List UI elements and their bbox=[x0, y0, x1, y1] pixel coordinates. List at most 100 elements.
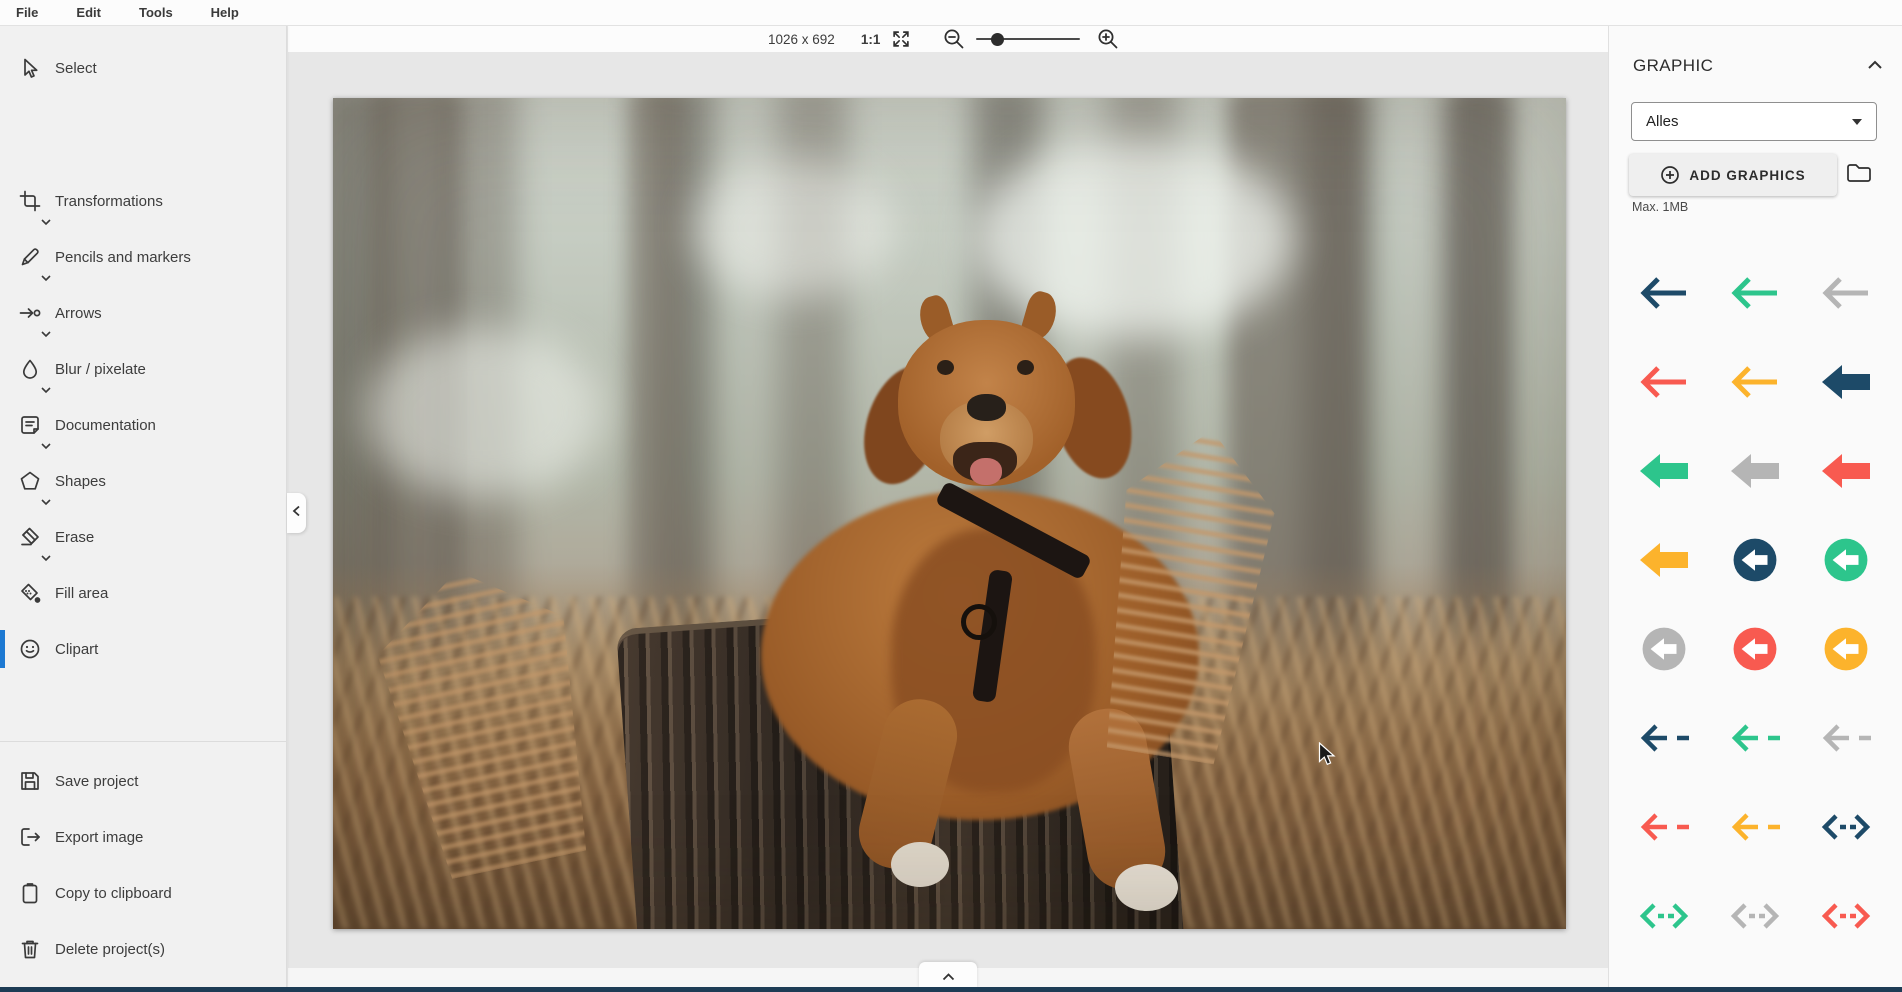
graphic-arrow-line-yellow[interactable] bbox=[1725, 358, 1785, 406]
sidebar-item-label: Clipart bbox=[55, 641, 98, 658]
sidebar-item-label: Arrows bbox=[55, 305, 102, 322]
graphic-panel: GRAPHIC Alles ADD GRAPHICS Max. 1MB bbox=[1608, 26, 1902, 992]
menu-help[interactable]: Help bbox=[211, 5, 239, 20]
zoom-slider-thumb[interactable] bbox=[991, 33, 1004, 46]
sidebar-item-fill-area[interactable]: Fill area bbox=[0, 565, 286, 621]
menu-file[interactable]: File bbox=[16, 5, 38, 20]
graphic-arrow-ddash-red[interactable] bbox=[1816, 892, 1876, 940]
sidebar-item-label: Documentation bbox=[55, 417, 156, 434]
graphic-arrow-ddash-gray[interactable] bbox=[1725, 892, 1785, 940]
arrow-icon bbox=[18, 301, 42, 325]
smiley-icon bbox=[18, 637, 42, 661]
graphic-category-select[interactable]: Alles bbox=[1631, 102, 1877, 141]
export-icon bbox=[18, 825, 42, 849]
trash-icon bbox=[18, 937, 42, 961]
action-label: Copy to clipboard bbox=[55, 885, 172, 902]
graphic-arrow-line-gray[interactable] bbox=[1816, 269, 1876, 317]
graphic-arrow-circle-red[interactable] bbox=[1725, 625, 1785, 673]
panel-collapse-button[interactable] bbox=[1867, 57, 1883, 75]
fit-screen-icon[interactable] bbox=[890, 28, 912, 50]
add-graphics-label: ADD GRAPHICS bbox=[1689, 168, 1805, 183]
graphic-grid bbox=[1619, 248, 1891, 992]
sidebar-item-shapes[interactable]: Shapes bbox=[0, 453, 286, 509]
menu-tools[interactable]: Tools bbox=[139, 5, 173, 20]
cursor-icon bbox=[18, 56, 42, 80]
image-dimensions-label: 1026 x 692 bbox=[768, 32, 835, 47]
zoom-out-icon[interactable] bbox=[942, 27, 966, 51]
copy-to-clipboard-button[interactable]: Copy to clipboard bbox=[0, 865, 286, 921]
pentagon-icon bbox=[18, 469, 42, 493]
sidebar-item-label: Fill area bbox=[55, 585, 108, 602]
plus-circle-icon bbox=[1660, 165, 1680, 185]
zoom-slider[interactable] bbox=[976, 32, 1080, 46]
graphic-arrow-solid-gray[interactable] bbox=[1725, 447, 1785, 495]
tool-sidebar: Select Transformations Pencils and marke… bbox=[0, 26, 287, 987]
sidebar-item-label: Erase bbox=[55, 529, 94, 546]
fill-icon bbox=[18, 581, 42, 605]
sidebar-item-label: Select bbox=[55, 60, 97, 77]
save-project-button[interactable]: Save project bbox=[0, 753, 286, 809]
sidebar-item-label: Shapes bbox=[55, 473, 106, 490]
action-label: Delete project(s) bbox=[55, 941, 165, 958]
folder-icon[interactable] bbox=[1845, 160, 1873, 191]
sidebar-item-label: Pencils and markers bbox=[55, 249, 191, 266]
graphic-arrow-solid-green[interactable] bbox=[1634, 447, 1694, 495]
chevron-up-icon bbox=[942, 968, 955, 986]
graphic-arrow-linedash-gray[interactable] bbox=[1816, 714, 1876, 762]
delete-project-button[interactable]: Delete project(s) bbox=[0, 921, 286, 977]
canvas-image[interactable] bbox=[333, 98, 1566, 929]
graphic-arrow-linedash-navy[interactable] bbox=[1634, 714, 1694, 762]
tool-list: Select Transformations Pencils and marke… bbox=[0, 26, 286, 677]
graphic-arrow-linedash-green[interactable] bbox=[1725, 714, 1785, 762]
project-actions: Save project Export image Copy to clipbo… bbox=[0, 742, 286, 977]
menubar: File Edit Tools Help bbox=[0, 0, 1902, 26]
eraser-icon bbox=[18, 525, 42, 549]
pencil-icon bbox=[18, 245, 42, 269]
add-graphics-button[interactable]: ADD GRAPHICS bbox=[1629, 154, 1837, 196]
crop-icon bbox=[18, 189, 42, 213]
graphic-arrow-ddash-navy[interactable] bbox=[1816, 803, 1876, 851]
document-icon bbox=[18, 413, 42, 437]
graphic-arrow-ddash-green[interactable] bbox=[1634, 892, 1694, 940]
graphic-arrow-line-navy[interactable] bbox=[1634, 269, 1694, 317]
graphic-arrow-circle-green[interactable] bbox=[1816, 536, 1876, 584]
graphic-arrow-circle-yellow[interactable] bbox=[1816, 625, 1876, 673]
zoom-ratio-label: 1:1 bbox=[861, 32, 881, 47]
action-label: Export image bbox=[55, 829, 143, 846]
sidebar-item-blur[interactable]: Blur / pixelate bbox=[0, 341, 286, 397]
chevron-left-icon bbox=[292, 504, 301, 522]
sidebar-item-label: Blur / pixelate bbox=[55, 361, 146, 378]
graphic-arrow-circle-gray[interactable] bbox=[1634, 625, 1694, 673]
menu-edit[interactable]: Edit bbox=[76, 5, 101, 20]
graphic-arrow-solid-yellow[interactable] bbox=[1634, 536, 1694, 584]
max-size-note: Max. 1MB bbox=[1632, 200, 1688, 214]
graphic-panel-title: GRAPHIC bbox=[1633, 56, 1713, 76]
graphic-arrow-solid-navy[interactable] bbox=[1816, 358, 1876, 406]
sidebar-item-transformations[interactable]: Transformations bbox=[0, 173, 286, 229]
chevron-up-icon bbox=[1867, 57, 1883, 75]
sidebar-item-select[interactable]: Select bbox=[0, 40, 286, 96]
chevron-down-icon bbox=[1852, 119, 1862, 125]
sidebar-item-pencils[interactable]: Pencils and markers bbox=[0, 229, 286, 285]
graphic-arrow-linedash-red[interactable] bbox=[1634, 803, 1694, 851]
sidebar-item-label: Transformations bbox=[55, 193, 163, 210]
save-icon bbox=[18, 769, 42, 793]
graphic-arrow-line-red[interactable] bbox=[1634, 358, 1694, 406]
drop-icon bbox=[18, 357, 42, 381]
clipboard-icon bbox=[18, 881, 42, 905]
graphic-arrow-line-green[interactable] bbox=[1725, 269, 1785, 317]
zoom-in-icon[interactable] bbox=[1096, 27, 1120, 51]
sidebar-item-arrows[interactable]: Arrows bbox=[0, 285, 286, 341]
graphic-arrow-circle-navy[interactable] bbox=[1725, 536, 1785, 584]
sidebar-item-clipart[interactable]: Clipart bbox=[0, 621, 286, 677]
bottom-panel-expand-button[interactable] bbox=[919, 962, 977, 988]
graphic-category-value: Alles bbox=[1646, 113, 1852, 130]
sidebar-item-erase[interactable]: Erase bbox=[0, 509, 286, 565]
sidebar-collapse-button[interactable] bbox=[287, 493, 306, 533]
action-label: Save project bbox=[55, 773, 138, 790]
image-editor-app: File Edit Tools Help Select Transformati… bbox=[0, 0, 1902, 992]
graphic-arrow-solid-red[interactable] bbox=[1816, 447, 1876, 495]
graphic-arrow-linedash-yellow[interactable] bbox=[1725, 803, 1785, 851]
export-image-button[interactable]: Export image bbox=[0, 809, 286, 865]
sidebar-item-documentation[interactable]: Documentation bbox=[0, 397, 286, 453]
